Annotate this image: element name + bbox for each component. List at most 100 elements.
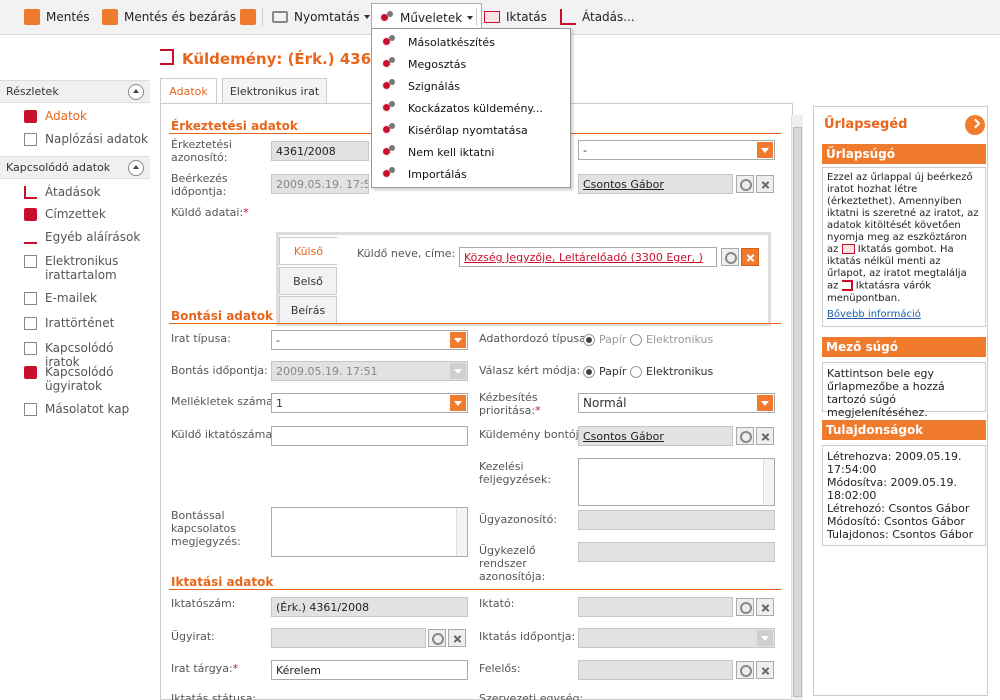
menu-item-share[interactable]: Megosztás: [372, 53, 570, 75]
menu-item-assign[interactable]: Szignálás: [372, 75, 570, 97]
operations-menu: Másolatkészítés Megosztás Szignálás Kock…: [371, 28, 571, 188]
search-icon[interactable]: [736, 598, 754, 616]
handling-textarea[interactable]: [578, 458, 775, 506]
properties-header: Tulajdonságok: [822, 420, 986, 440]
clear-icon[interactable]: [448, 629, 466, 647]
tab-electronic[interactable]: Elektronikus irat: [222, 78, 327, 103]
save-close-button[interactable]: Mentés és bezárás: [102, 5, 236, 29]
reg-time-field: [578, 628, 775, 648]
section-divider: [169, 589, 781, 590]
field-help-box: Kattintson bele egy űrlapmezőbe a hozzá …: [822, 362, 986, 419]
gear-icon: [382, 57, 396, 71]
menu-item-import[interactable]: Importálás: [372, 163, 570, 185]
search-icon[interactable]: [736, 175, 754, 193]
tab-external-sender[interactable]: Külső: [279, 237, 337, 265]
operations-button[interactable]: Műveletek: [371, 3, 483, 31]
gear-icon: [380, 10, 394, 25]
folder-icon: [484, 11, 500, 23]
clear-icon[interactable]: [756, 427, 774, 445]
collapse-icon[interactable]: [128, 160, 144, 176]
tab-manual-sender[interactable]: Beírás: [279, 296, 337, 324]
stepper-icon[interactable]: [450, 395, 466, 411]
related-section-header[interactable]: Kapcsolódó adatok: [0, 156, 150, 179]
clear-icon[interactable]: [756, 175, 774, 193]
sender-name-label: Küldő neve, címe:: [357, 247, 456, 260]
sidebar-item-recipients[interactable]: Címzettek: [0, 207, 150, 230]
tool-button[interactable]: [240, 5, 262, 29]
medium-label: Adathordozó típusa:: [479, 332, 590, 345]
form-content: Érkeztetési adatok Érkeztetési azonosító…: [160, 103, 793, 700]
toolbar-divider: [476, 8, 477, 26]
attachments-stepper[interactable]: 1: [271, 393, 468, 413]
folder-icon: [24, 366, 37, 379]
tab-data[interactable]: Adatok: [160, 78, 217, 103]
menu-item-risky[interactable]: Kockázatos küldemény...: [372, 97, 570, 119]
save-button[interactable]: Mentés: [24, 5, 90, 29]
print-button[interactable]: Nyomtatás: [272, 5, 371, 29]
clear-icon[interactable]: [741, 248, 759, 266]
search-icon[interactable]: [736, 661, 754, 679]
details-section-header[interactable]: Részletek: [0, 80, 150, 103]
property-modified: Módosítva: 2009.05.19. 18:02:00: [827, 476, 957, 502]
search-icon[interactable]: [721, 248, 739, 266]
sidebar-item-copy-recipients[interactable]: Másolatot kap: [0, 402, 150, 424]
incoming-doc-icon: [160, 49, 174, 65]
handover-button[interactable]: Átadás...: [560, 5, 635, 29]
more-info-link[interactable]: Bővebb információ: [827, 309, 981, 321]
sidebar-item-related-cases[interactable]: Kapcsolódó ügyiratok: [0, 365, 150, 402]
property-creator: Létrehozó: Csontos Gábor: [827, 502, 970, 515]
system-id-label: Ügykezelő rendszer azonosítója:: [479, 544, 546, 583]
clear-icon[interactable]: [756, 598, 774, 616]
sidebar-item-handovers[interactable]: Átadások: [0, 185, 150, 207]
remark-label: Bontással kapcsolatos megjegyzés:: [171, 509, 241, 548]
sidebar-item-emails[interactable]: E-mailek: [0, 291, 150, 316]
attachments-label: Mellékletek száma:: [171, 395, 277, 408]
chevron-down-icon: [467, 15, 474, 20]
reply-paper-radio[interactable]: Papír: [583, 365, 626, 378]
sidebar-item-related-docs[interactable]: Kapcsolódó iratok: [0, 341, 150, 369]
reply-electronic-radio[interactable]: Elektronikus: [630, 365, 713, 378]
sender-tabs-panel: Külső Belső Beírás Küldő neve, címe: Köz…: [276, 232, 771, 326]
property-modifier: Módosító: Csontos Gábor: [827, 515, 965, 528]
scrollbar[interactable]: [456, 508, 467, 556]
doc-type-select[interactable]: -: [271, 330, 468, 350]
gear-icon: [382, 167, 396, 181]
subject-input[interactable]: Kérelem: [271, 660, 468, 680]
email-icon: [24, 292, 37, 305]
collapse-icon[interactable]: [128, 84, 144, 100]
sidebar-item-data[interactable]: Adatok: [0, 109, 150, 132]
case-label: Ügyirat:: [171, 630, 215, 643]
collapse-arrow-icon[interactable]: [965, 115, 985, 135]
log-icon: [24, 133, 37, 146]
priority-select[interactable]: Normál: [578, 393, 775, 413]
menu-item-copy[interactable]: Másolatkészítés: [372, 31, 570, 53]
reg-no-field: (Érk.) 4361/2008: [271, 597, 468, 617]
arrival-type-select[interactable]: -: [578, 140, 775, 160]
clear-icon[interactable]: [756, 661, 774, 679]
sender-reg-input[interactable]: [271, 426, 468, 446]
chevron-down-icon: [757, 395, 773, 411]
scrollbar[interactable]: [763, 459, 774, 505]
left-sidebar: Részletek Adatok Naplózási adatok Kapcso…: [0, 80, 150, 424]
menu-item-print-cover[interactable]: Kisérőlap nyomtatása: [372, 119, 570, 141]
sidebar-item-history[interactable]: Irattörténet: [0, 316, 150, 341]
register-button[interactable]: Iktatás: [484, 5, 547, 29]
printer-icon: [272, 11, 288, 23]
document-icon: [24, 255, 37, 268]
reg-no-label: Iktatószám:: [171, 597, 236, 610]
search-icon[interactable]: [736, 427, 754, 445]
menu-item-no-register[interactable]: Nem kell iktatni: [372, 141, 570, 163]
sidebar-item-e-content[interactable]: Elektronikus irattartalom: [0, 254, 150, 291]
medium-electronic-radio: Elektronikus: [630, 333, 713, 346]
helper-title: Űrlapsegéd: [824, 117, 908, 132]
remark-textarea[interactable]: [271, 507, 468, 557]
main-scrollbar[interactable]: [791, 115, 803, 700]
tab-internal-sender[interactable]: Belső: [279, 267, 337, 295]
folder-icon: [24, 110, 37, 123]
recipients-icon: [24, 208, 37, 221]
sidebar-item-signatures[interactable]: Egyéb aláírások: [0, 230, 150, 254]
sidebar-item-log[interactable]: Naplózási adatok: [0, 132, 150, 152]
scrollbar-thumb[interactable]: [793, 127, 802, 697]
sender-name-field[interactable]: Község Jegyzője, Leltárelőadó (3300 Eger…: [459, 247, 717, 267]
search-icon[interactable]: [428, 629, 446, 647]
